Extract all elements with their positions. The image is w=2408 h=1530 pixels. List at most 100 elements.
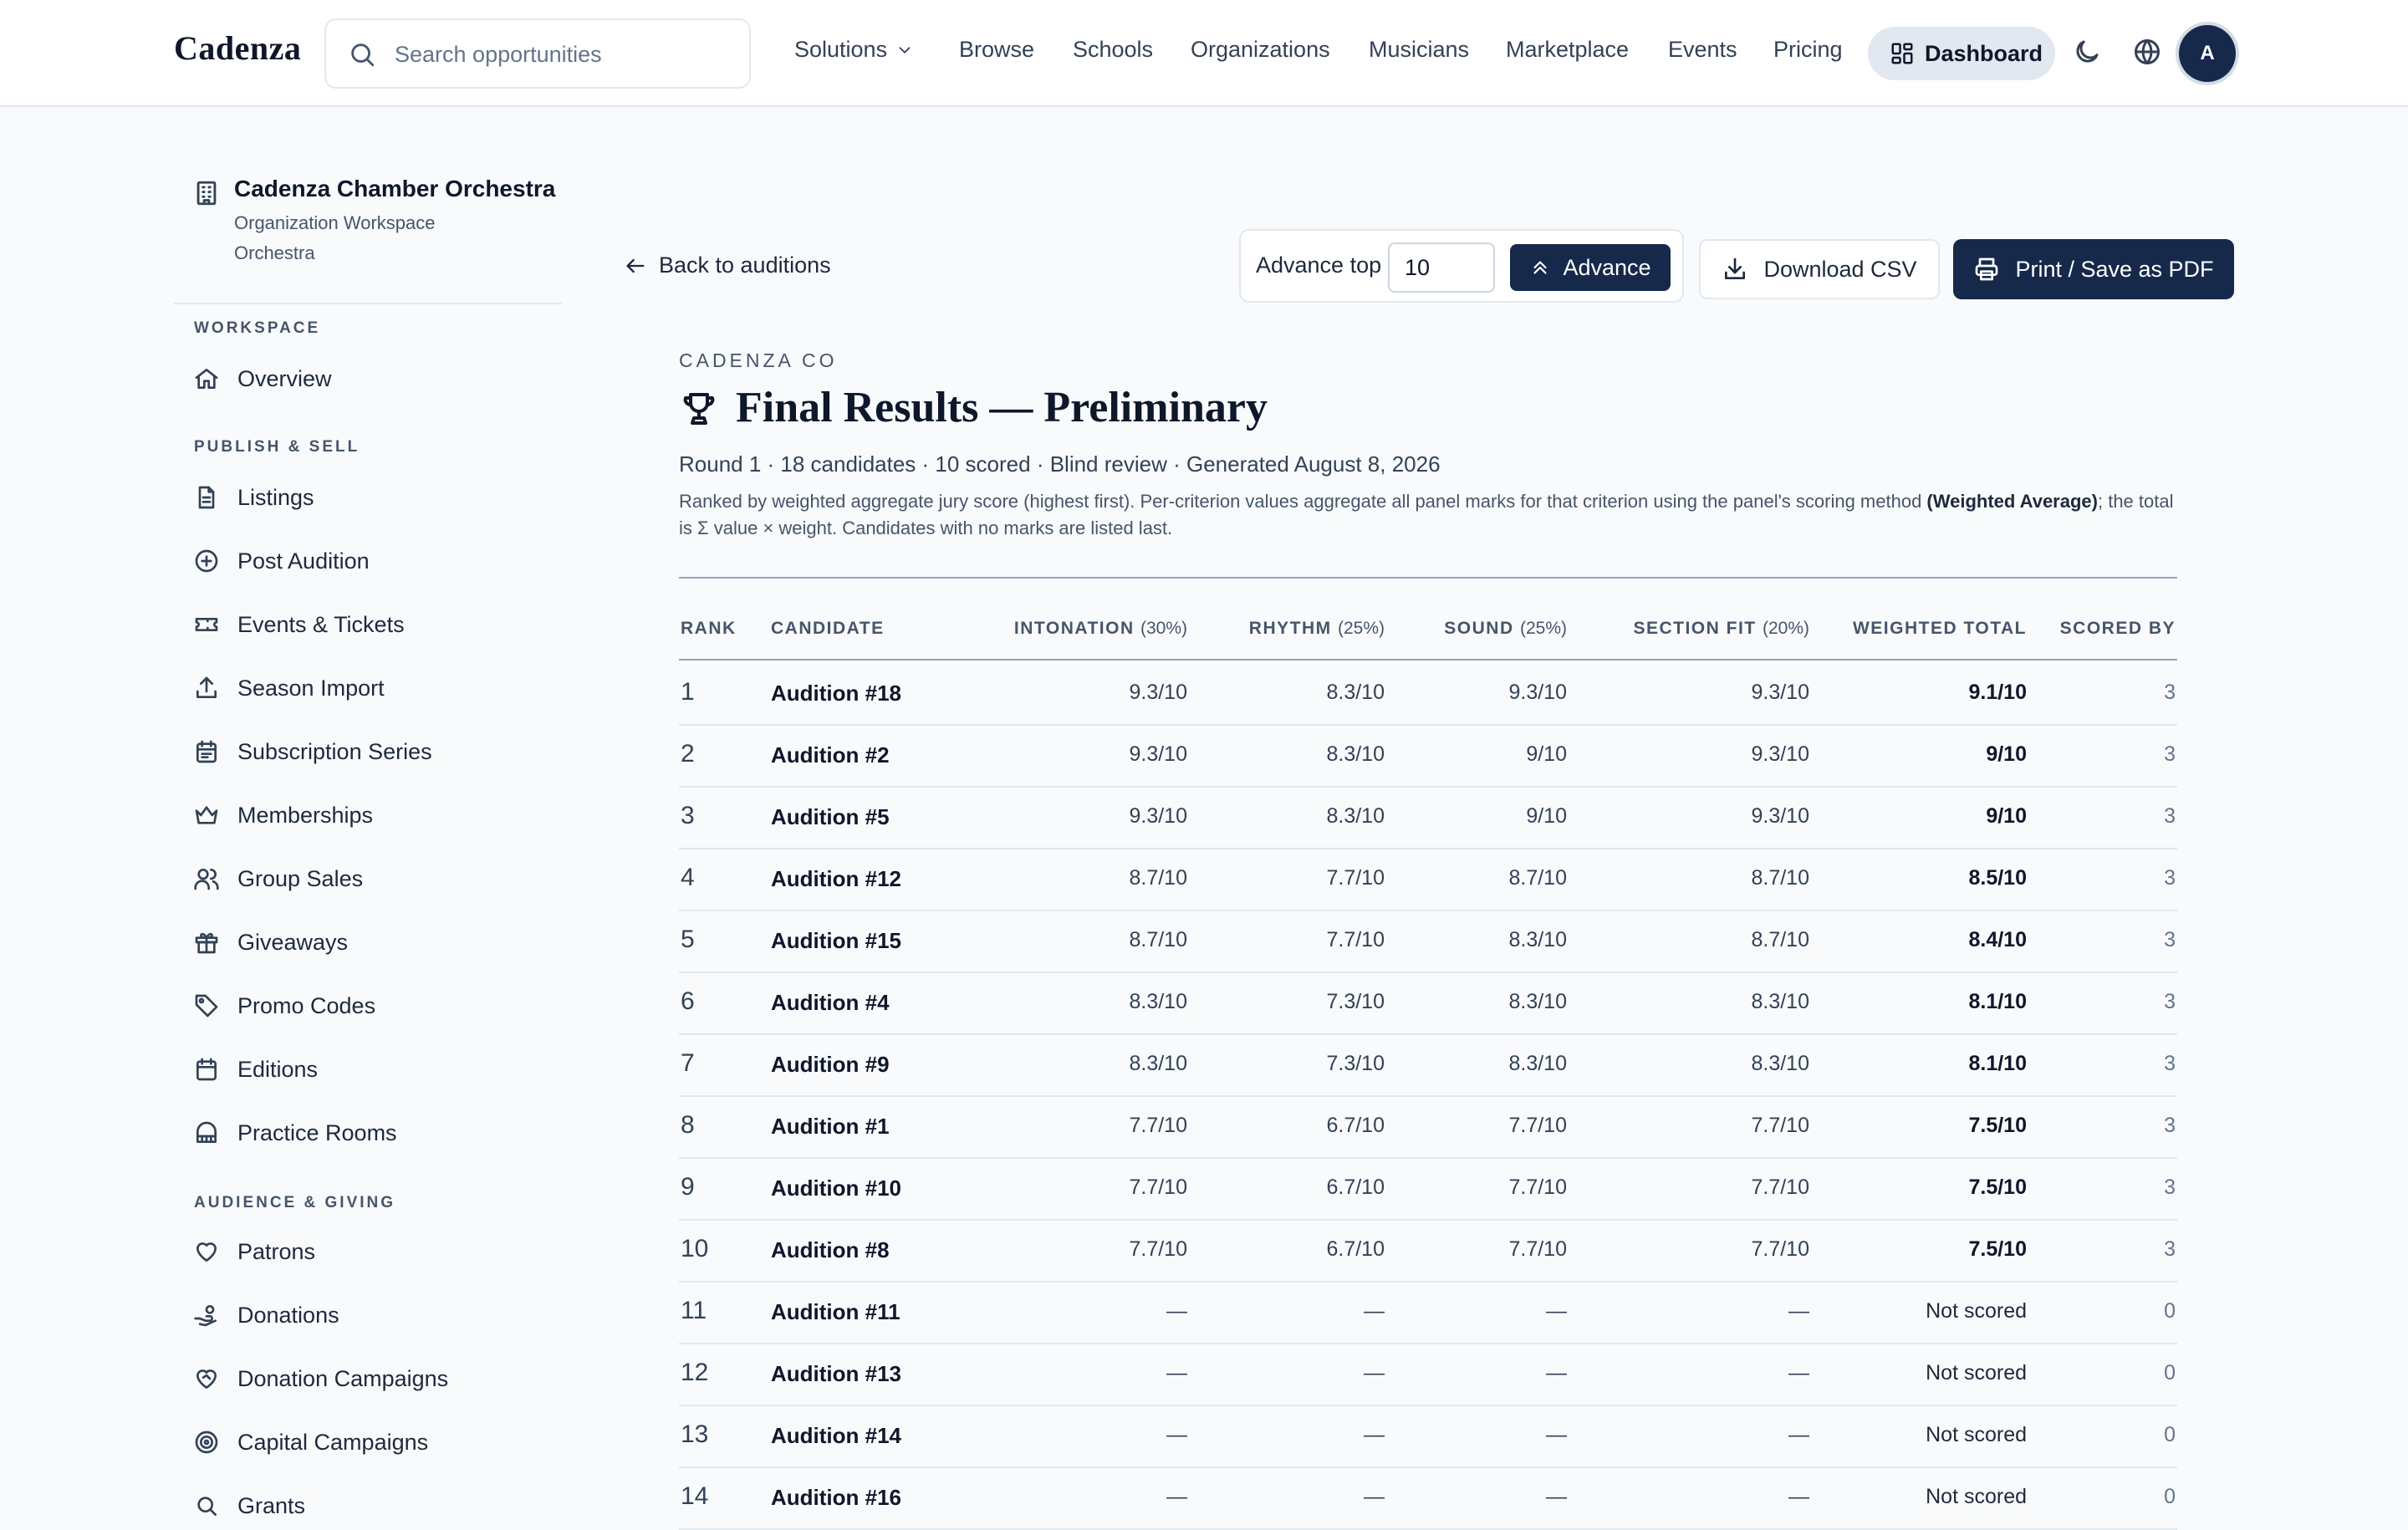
dashboard-button[interactable]: Dashboard [1868,27,2055,80]
sidebar-item-capital-campaigns[interactable]: Capital Campaigns [192,1421,428,1463]
sidebar-item-donations[interactable]: Donations [192,1294,339,1336]
sidebar-item-promo-codes[interactable]: Promo Codes [192,985,375,1027]
sidebar-item-season-import[interactable]: Season Import [192,667,385,709]
candidate-cell[interactable]: Audition #16 [771,1485,901,1511]
sidebar-item-memberships[interactable]: Memberships [192,794,373,836]
sidebar-item-practice-rooms[interactable]: Practice Rooms [192,1112,397,1154]
moon-icon[interactable] [2072,37,2102,67]
scored-by-cell: 3 [2164,742,2176,766]
sidebar-item-editions[interactable]: Editions [192,1048,318,1090]
section-workspace: WORKSPACE [194,319,321,337]
candidate-cell[interactable]: Audition #10 [771,1176,901,1201]
sidebar-item-label: Giveaways [237,929,349,955]
print-pdf-button[interactable]: Print / Save as PDF [1953,239,2234,299]
table-row[interactable]: 6 Audition #4 8.3/10 7.3/10 8.3/10 8.3/10 8.1/… [679,972,2177,1035]
search-input[interactable] [393,35,731,74]
candidate-cell[interactable]: Audition #5 [771,804,890,830]
sidebar-item-grants[interactable]: Grants [192,1485,305,1527]
search-icon [192,1492,221,1520]
section-fit-cell: — [1788,1361,1809,1385]
nav-musicians[interactable]: Musicians [1369,37,1469,63]
table-row[interactable]: 13 Audition #14 — — — — Not scored 0 [679,1405,2177,1468]
back-to-auditions-link[interactable]: Back to auditions [624,252,831,278]
sidebar-item-events-tickets[interactable]: Events & Tickets [192,604,405,645]
nav-browse[interactable]: Browse [959,37,1034,63]
chevron-down-icon [895,41,914,59]
sidebar-item-giveaways[interactable]: Giveaways [192,921,348,963]
candidate-cell[interactable]: Audition #13 [771,1361,901,1387]
table-row[interactable]: 2 Audition #2 9.3/10 8.3/10 9/10 9.3/10 9/10 3 [679,724,2177,788]
rhythm-cell: 7.7/10 [1326,866,1385,890]
candidate-cell[interactable]: Audition #18 [771,681,901,706]
rhythm-cell: 6.7/10 [1326,1176,1385,1199]
nav-solutions[interactable]: Solutions [794,37,914,63]
globe-icon[interactable] [2132,37,2162,67]
sidebar-item-listings[interactable]: Listings [192,477,314,518]
weighted-total-cell: 7.5/10 [1968,1114,2027,1137]
table-row[interactable]: 7 Audition #9 8.3/10 7.3/10 8.3/10 8.3/10 8.1/… [679,1033,2177,1097]
sidebar-item-donation-campaigns[interactable]: Donation Campaigns [192,1358,448,1400]
candidate-cell[interactable]: Audition #4 [771,990,890,1016]
table-row[interactable]: 12 Audition #13 — — — — Not scored 0 [679,1343,2177,1406]
table-row[interactable]: 14 Audition #16 — — — — Not scored 0 [679,1466,2177,1530]
avatar[interactable]: A [2179,25,2236,82]
section-fit-cell: — [1788,1423,1809,1446]
sound-cell: 7.7/10 [1508,1237,1567,1261]
sidebar-item-label: Editions [237,1056,319,1082]
rhythm-cell: — [1364,1361,1385,1385]
sidebar-item-subscription-series[interactable]: Subscription Series [192,731,432,773]
sidebar-item-patrons[interactable]: Patrons [192,1231,315,1272]
intonation-cell: 7.7/10 [1129,1114,1187,1137]
table-row[interactable]: 9 Audition #10 7.7/10 6.7/10 7.7/10 7.7/10 7.5… [679,1157,2177,1221]
scored-by-cell: 0 [2164,1299,2176,1323]
calendar-icon [192,1055,221,1084]
nav-marketplace[interactable]: Marketplace [1506,37,1629,63]
nav-organizations[interactable]: Organizations [1191,37,1330,63]
results-table-header: RANK CANDIDATE INTONATION (30%) RHYTHM (… [679,619,2177,660]
report-description: Ranked by weighted aggregate jury score … [679,488,2176,542]
nav-schools[interactable]: Schools [1073,37,1153,63]
candidate-cell[interactable]: Audition #1 [771,1114,890,1140]
advance-button[interactable]: Advance [1510,244,1671,291]
table-row[interactable]: 3 Audition #5 9.3/10 8.3/10 9/10 9.3/10 9/10 3 [679,786,2177,849]
desc-text: Ranked by weighted aggregate jury score … [679,491,1927,512]
sidebar-divider [174,303,562,304]
brand-logo[interactable]: Cadenza [174,28,301,68]
download-csv-button[interactable]: Download CSV [1699,239,1940,299]
sidebar-item-overview[interactable]: Overview [192,358,332,400]
candidate-cell[interactable]: Audition #8 [771,1237,890,1263]
sidebar-item-post-audition[interactable]: Post Audition [192,540,370,582]
table-row[interactable]: 10 Audition #8 7.7/10 6.7/10 7.7/10 7.7/10 7.5… [679,1219,2177,1283]
nav-events[interactable]: Events [1668,37,1737,63]
candidate-cell[interactable]: Audition #14 [771,1423,901,1449]
candidate-cell[interactable]: Audition #11 [771,1299,900,1325]
table-row[interactable]: 4 Audition #12 8.7/10 7.7/10 8.7/10 8.7/10 8.5… [679,848,2177,911]
intonation-cell: — [1166,1361,1187,1385]
sidebar-item-group-sales[interactable]: Group Sales [192,858,363,900]
col-section-fit-weight: (20%) [1762,619,1809,638]
scored-by-cell: 0 [2164,1423,2176,1446]
rhythm-cell: 6.7/10 [1326,1114,1385,1137]
advance-count-input[interactable] [1388,242,1495,293]
building-icon [192,179,221,207]
users-icon [192,864,221,893]
table-row[interactable]: 5 Audition #15 8.7/10 7.7/10 8.3/10 8.7/10 8.4… [679,910,2177,973]
table-row[interactable]: 11 Audition #11 — — — — Not scored 0 [679,1281,2177,1344]
rhythm-cell: 8.3/10 [1326,804,1385,828]
candidate-cell[interactable]: Audition #2 [771,742,890,768]
scored-by-cell: 3 [2164,1237,2176,1261]
col-intonation: INTONATION (30%) [1014,619,1187,639]
rhythm-cell: 8.3/10 [1326,681,1385,704]
search-box[interactable] [324,18,751,89]
candidate-cell[interactable]: Audition #15 [771,928,901,954]
sidebar-item-label: Overview [237,365,332,391]
section-publish-sell: PUBLISH & SELL [194,438,360,456]
sidebar-item-label: Practice Rooms [237,1119,397,1145]
nav-pricing[interactable]: Pricing [1773,37,1843,63]
intonation-cell: 7.7/10 [1129,1176,1187,1199]
gift-icon [192,928,221,956]
table-row[interactable]: 1 Audition #18 9.3/10 8.3/10 9.3/10 9.3/10 9.1… [679,662,2177,726]
table-row[interactable]: 8 Audition #1 7.7/10 6.7/10 7.7/10 7.7/10 7.5/… [679,1095,2177,1159]
candidate-cell[interactable]: Audition #9 [771,1052,890,1078]
candidate-cell[interactable]: Audition #12 [771,866,901,892]
